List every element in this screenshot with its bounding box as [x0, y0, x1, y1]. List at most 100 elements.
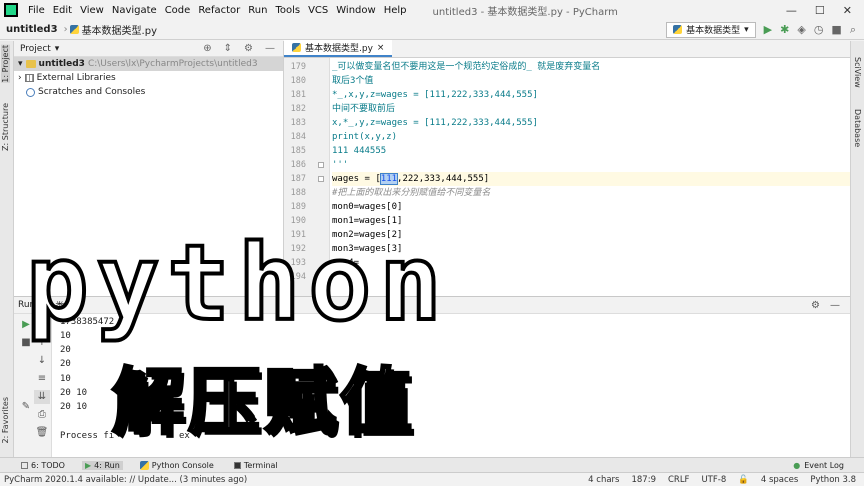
pycharm-logo-icon: [4, 3, 18, 17]
tree-item-external-libraries[interactable]: › External Libraries: [14, 71, 283, 85]
code-line[interactable]: *_,x,y,z=wages = [111,222,333,444,555]: [332, 88, 850, 102]
output-line: 20: [60, 345, 71, 355]
output-line: 10: [60, 374, 71, 384]
stop-icon[interactable]: ■: [831, 23, 841, 36]
gear-icon[interactable]: ⚙: [244, 43, 253, 54]
run-icon: ▶: [84, 460, 92, 470]
breadcrumb-project[interactable]: untitled3: [0, 24, 62, 35]
left-tool-stripe: 1: Project Z: Structure 2: Favorites: [0, 41, 14, 457]
menu-vcs[interactable]: VCS: [304, 5, 332, 16]
code-line[interactable]: _可以做变量名但不要用这是一个规范约定俗成的_ 就是废弃变量名: [332, 60, 850, 74]
chevron-down-icon[interactable]: ▾: [55, 44, 60, 54]
tool-python-console[interactable]: Python Console: [137, 460, 217, 470]
tree-item-path: C:\Users\lx\PycharmProjects\untitled3: [87, 59, 258, 69]
code-line[interactable]: wages = [111,222,333,444,555]: [332, 172, 850, 186]
list-icon: [21, 461, 28, 469]
output-line: 20 10: [60, 402, 88, 412]
output-line: 20: [60, 359, 71, 369]
libraries-icon: [24, 74, 34, 82]
run-config-select[interactable]: 基本数据类型 ▾: [666, 21, 756, 38]
status-selection-chars: 4 chars: [588, 474, 620, 485]
tool-run-label: 4: Run: [94, 460, 120, 470]
code-line[interactable]: 取后3个值: [332, 74, 850, 88]
collapse-all-icon[interactable]: ⇕: [224, 43, 232, 54]
tab-sciview[interactable]: SciView: [853, 57, 862, 88]
status-line-separator[interactable]: CRLF: [668, 475, 689, 485]
menu-tools[interactable]: Tools: [271, 5, 304, 16]
code-line[interactable]: #把上面的取出来分别赋值给不同变量名: [332, 186, 850, 200]
tab-structure[interactable]: Z: Structure: [1, 103, 10, 151]
tree-item-label: untitled3: [38, 59, 85, 69]
breadcrumb-separator-icon: ›: [63, 24, 68, 35]
breadcrumb-file-label: 基本数据类型.py: [81, 26, 158, 37]
breadcrumb-file[interactable]: 基本数据类型.py: [69, 22, 158, 37]
window-title: untitled3 - 基本数据类型.py - PyCharm: [432, 6, 618, 18]
code-line[interactable]: 中间不要取前后: [332, 102, 850, 116]
menu-view[interactable]: View: [76, 5, 108, 16]
code-line[interactable]: 111 444555: [332, 144, 850, 158]
navigation-bar: untitled3 › 基本数据类型.py 基本数据类型 ▾ ▶ ✱ ◈ ◷ ■…: [0, 20, 864, 40]
tab-favorites[interactable]: 2: Favorites: [1, 397, 10, 443]
status-message[interactable]: PyCharm 2020.1.4 available: // Update...…: [4, 475, 247, 485]
search-icon[interactable]: ⌕: [850, 23, 856, 37]
menu-file[interactable]: File: [24, 5, 49, 16]
hide-icon[interactable]: —: [265, 43, 275, 54]
chevron-down-icon[interactable]: ▾: [18, 59, 23, 69]
tree-item-label: Scratches and Consoles: [38, 87, 146, 97]
project-panel-header: Project ▾ ⊕ ⇕ ⚙ —: [14, 41, 283, 57]
selected-text: 111: [379, 173, 399, 185]
right-tool-stripe: SciView Database: [850, 41, 864, 457]
menu-navigate[interactable]: Navigate: [108, 5, 161, 16]
tab-database[interactable]: Database: [853, 109, 862, 147]
status-lock-icon[interactable]: 🔓: [738, 475, 749, 485]
tool-todo[interactable]: 6: TODO: [18, 461, 68, 470]
menu-edit[interactable]: Edit: [49, 5, 76, 16]
menu-code[interactable]: Code: [161, 5, 195, 16]
status-caret-position[interactable]: 187:9: [631, 475, 656, 485]
menubar: File Edit View Navigate Code Refactor Ru…: [0, 0, 864, 20]
tree-item-label: External Libraries: [36, 73, 116, 83]
tool-python-console-label: Python Console: [151, 460, 214, 470]
code-line[interactable]: mon0=wages[0]: [332, 200, 850, 214]
chevron-right-icon[interactable]: ›: [18, 73, 22, 83]
tool-todo-label: 6: TODO: [31, 460, 65, 470]
menu-help[interactable]: Help: [380, 5, 411, 16]
status-interpreter[interactable]: Python 3.8: [810, 475, 856, 485]
output-line: Process fi: [60, 431, 115, 441]
python-console-icon: [139, 460, 149, 470]
tool-terminal-label: Terminal: [243, 460, 278, 470]
maximize-button[interactable]: ☐: [815, 4, 825, 17]
status-indent[interactable]: 4 spaces: [761, 475, 798, 485]
terminal-icon: [233, 461, 241, 469]
code-line[interactable]: ''': [332, 158, 850, 172]
run-icon[interactable]: ▶: [764, 23, 772, 36]
status-encoding[interactable]: UTF-8: [701, 475, 726, 485]
menu-run[interactable]: Run: [244, 5, 271, 16]
tool-run[interactable]: ▶ 4: Run: [81, 460, 123, 470]
code-text: ,222,333,444,555]: [397, 174, 490, 184]
profile-icon[interactable]: ◷: [814, 23, 824, 36]
code-line[interactable]: x,*_,y,z=wages = [111,222,333,444,555]: [332, 116, 850, 130]
tree-item-project[interactable]: ▾ untitled3 C:\Users\lx\PycharmProjects\…: [14, 57, 283, 71]
overlay-subtitle: 解压赋值: [111, 359, 417, 446]
debug-icon[interactable]: ✱: [780, 23, 789, 36]
locate-icon[interactable]: ⊕: [203, 43, 211, 54]
menu-window[interactable]: Window: [332, 5, 379, 16]
output-line: 20 10: [60, 388, 88, 398]
event-log[interactable]: ● Event Log: [793, 461, 864, 470]
minimize-button[interactable]: —: [786, 4, 797, 17]
chevron-down-icon: ▾: [744, 24, 749, 35]
code-text: wages = [: [332, 174, 381, 184]
close-button[interactable]: ✕: [843, 4, 852, 17]
tool-terminal[interactable]: Terminal: [231, 461, 281, 470]
code-line[interactable]: print(x,y,z): [332, 130, 850, 144]
overlay-title: python: [24, 222, 450, 344]
coverage-icon[interactable]: ◈: [797, 23, 805, 36]
status-bar: PyCharm 2020.1.4 available: // Update...…: [0, 472, 864, 486]
tab-project[interactable]: 1: Project: [1, 45, 10, 83]
pycharm-window: File Edit View Navigate Code Refactor Ru…: [0, 0, 864, 486]
python-file-icon: [673, 25, 683, 34]
tree-item-scratches[interactable]: Scratches and Consoles: [14, 85, 283, 99]
menu-refactor[interactable]: Refactor: [194, 5, 244, 16]
project-panel-title[interactable]: Project: [20, 44, 51, 54]
